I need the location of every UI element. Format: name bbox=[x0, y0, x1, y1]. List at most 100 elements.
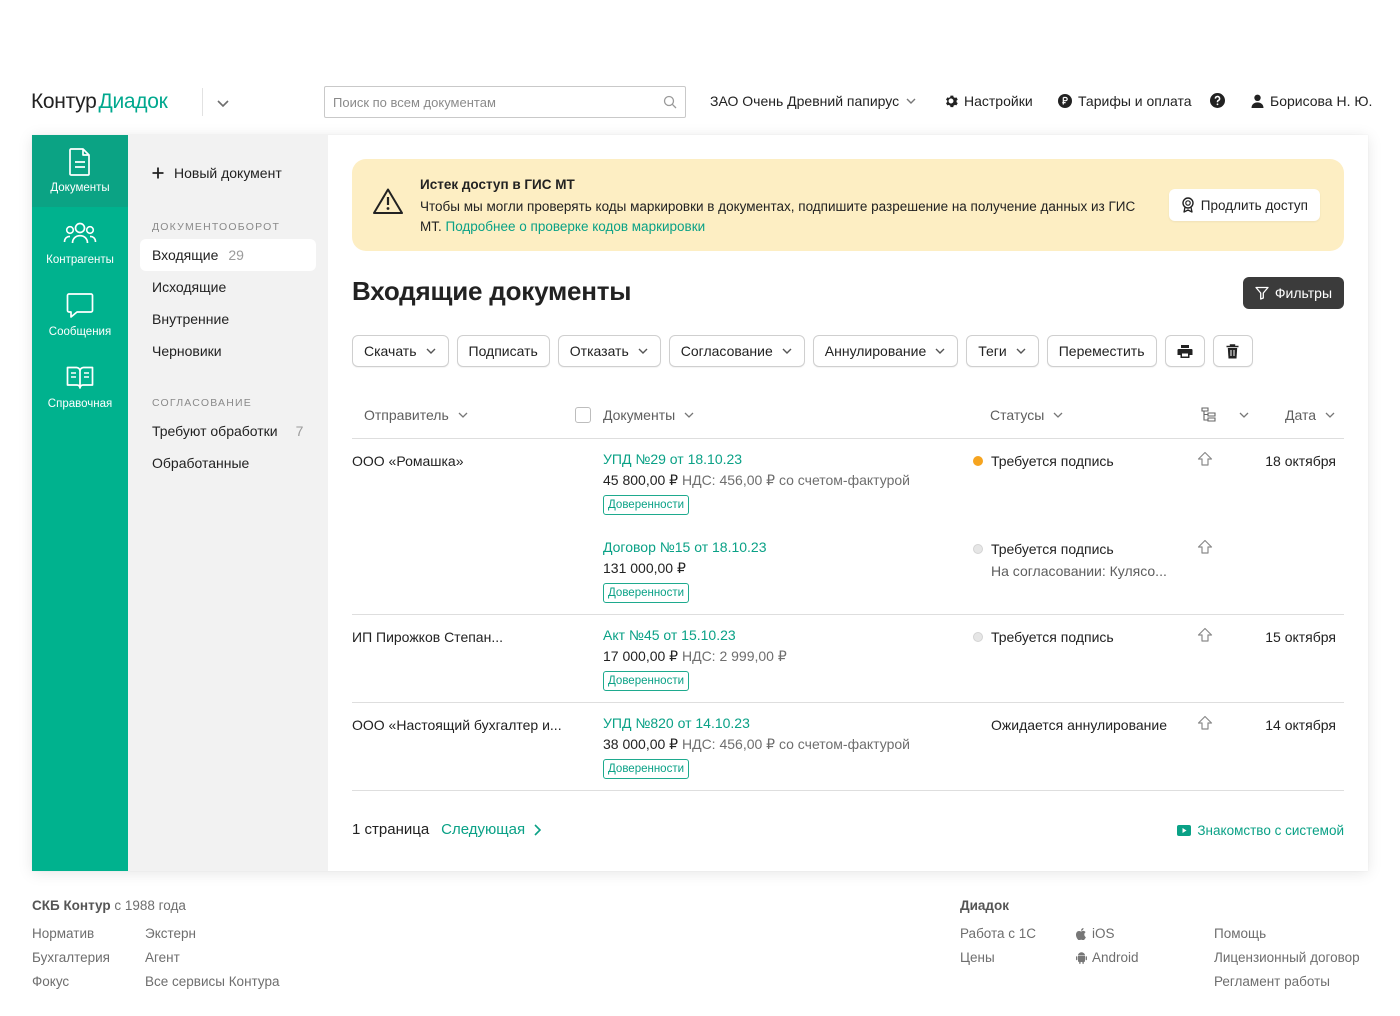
chevron-down-icon bbox=[906, 98, 916, 104]
download-button[interactable]: Скачать bbox=[352, 335, 449, 367]
document-date: 14 октября bbox=[1265, 717, 1336, 733]
footer-link[interactable]: Цены bbox=[960, 950, 995, 965]
approval-label: Согласование bbox=[680, 343, 773, 359]
approval-button[interactable]: Согласование bbox=[668, 335, 805, 367]
footer-link[interactable]: Бухгалтерия bbox=[32, 950, 110, 965]
select-all-checkbox-cell bbox=[575, 407, 591, 423]
filters-button[interactable]: Фильтры bbox=[1242, 277, 1344, 309]
banner-more-link[interactable]: Подробнее о проверке кодов маркировки bbox=[446, 219, 706, 234]
section-caption-workflow: Документооборот bbox=[152, 221, 281, 233]
reject-button[interactable]: Отказать bbox=[557, 335, 661, 367]
new-document-button[interactable]: Новый документ bbox=[152, 165, 282, 181]
column-route[interactable] bbox=[1201, 407, 1250, 422]
sidebar-item-label: Внутренние bbox=[152, 311, 230, 327]
chevron-down-icon[interactable] bbox=[216, 96, 230, 110]
document-link[interactable]: УПД №820 от 14.10.23 bbox=[603, 713, 910, 733]
document-entry: Акт №45 от 15.10.23 17 000,00 ₽ НДС: 2 9… bbox=[603, 625, 787, 691]
footer-link[interactable]: Все сервисы Контура bbox=[145, 974, 279, 989]
footer-link[interactable]: Работа с 1С bbox=[960, 926, 1036, 941]
delete-button[interactable] bbox=[1212, 335, 1253, 367]
footer-link[interactable]: Регламент работы bbox=[1214, 974, 1330, 989]
search-icon[interactable] bbox=[663, 95, 677, 109]
next-page-link[interactable]: Следующая bbox=[441, 821, 542, 838]
route-icon[interactable] bbox=[1197, 451, 1213, 467]
amount-value: 17 000,00 ₽ bbox=[603, 648, 679, 664]
route-icon[interactable] bbox=[1197, 627, 1213, 643]
tags-button[interactable]: Теги bbox=[966, 335, 1039, 367]
column-date[interactable]: Дата bbox=[1285, 407, 1336, 423]
sign-label: Подписать bbox=[468, 343, 538, 359]
chat-icon bbox=[66, 293, 94, 318]
sidebar-item-need-processing[interactable]: Требуют обработки 7 bbox=[140, 415, 316, 447]
search-field[interactable] bbox=[324, 86, 686, 118]
footer-link-ios[interactable]: iOS bbox=[1092, 922, 1115, 946]
route-icon[interactable] bbox=[1197, 715, 1213, 731]
move-button[interactable]: Переместить bbox=[1046, 335, 1157, 367]
banner-title: Истек доступ в ГИС МТ bbox=[420, 177, 575, 192]
document-status: Ожидается аннулирование bbox=[991, 717, 1167, 733]
document-link[interactable]: Акт №45 от 15.10.23 bbox=[603, 625, 787, 645]
document-link[interactable]: Договор №15 от 18.10.23 bbox=[603, 537, 767, 557]
status-dot bbox=[973, 544, 983, 554]
footer-link[interactable]: Лицензионный договор bbox=[1214, 950, 1360, 965]
nav-reference[interactable]: Справочная bbox=[32, 351, 128, 423]
settings-link[interactable]: Настройки bbox=[944, 93, 1033, 109]
annul-button[interactable]: Аннулирование bbox=[812, 335, 959, 367]
chevron-down-icon bbox=[458, 412, 468, 418]
extend-access-button[interactable]: Продлить доступ bbox=[1168, 189, 1320, 221]
table-row[interactable]: ООО «Настоящий бухгалтер и... УПД №820 о… bbox=[352, 703, 1344, 791]
footer-link[interactable]: Агент bbox=[145, 950, 180, 965]
chevron-down-icon bbox=[1239, 412, 1249, 418]
incoming-count: 29 bbox=[228, 247, 244, 263]
powers-of-attorney-tag[interactable]: Доверенности bbox=[603, 495, 690, 515]
logo-diadoc-text: Диадок bbox=[98, 90, 168, 113]
document-amount: 17 000,00 ₽ НДС: 2 999,00 ₽ bbox=[603, 645, 787, 667]
intro-video-link[interactable]: Знакомство с системой bbox=[1177, 823, 1344, 838]
tariffs-link[interactable]: Тарифы и оплата bbox=[1058, 93, 1192, 109]
sign-button[interactable]: Подписать bbox=[456, 335, 550, 367]
footer-link[interactable]: Норматив bbox=[32, 926, 94, 941]
intro-video-label: Знакомство с системой bbox=[1197, 823, 1344, 838]
nav-contractors[interactable]: Контрагенты bbox=[32, 207, 128, 279]
sidebar-item-processed[interactable]: Обработанные bbox=[140, 447, 316, 479]
nav-documents[interactable]: Документы bbox=[32, 135, 128, 207]
contacts-icon bbox=[63, 222, 97, 244]
footer-link[interactable]: Экстерн bbox=[145, 926, 196, 941]
ruble-coin-icon bbox=[1058, 94, 1072, 108]
vat-value: НДС: 456,00 ₽ со счетом-фактурой bbox=[678, 472, 910, 488]
route-icon[interactable] bbox=[1197, 539, 1213, 555]
actions-toolbar: Скачать Подписать Отказать Согласование … bbox=[352, 335, 1253, 367]
help-button[interactable] bbox=[1210, 93, 1225, 108]
table-row[interactable]: ООО «Ромашка» УПД №29 от 18.10.23 45 800… bbox=[352, 439, 1344, 615]
nav-messages[interactable]: Сообщения bbox=[32, 279, 128, 351]
sidebar-item-incoming[interactable]: Входящие 29 bbox=[140, 239, 316, 271]
column-statuses[interactable]: Статусы bbox=[990, 407, 1064, 423]
footer-diadoc-title: Диадок bbox=[960, 898, 1009, 913]
powers-of-attorney-tag[interactable]: Доверенности bbox=[603, 759, 690, 779]
powers-of-attorney-tag[interactable]: Доверенности bbox=[603, 583, 690, 603]
footer-link-android[interactable]: Android bbox=[1092, 946, 1139, 970]
sidebar-item-drafts[interactable]: Черновики bbox=[140, 335, 316, 367]
search-input[interactable] bbox=[325, 87, 663, 117]
column-sender[interactable]: Отправитель bbox=[364, 407, 469, 423]
kontur-diadoc-logo[interactable]: КонтурДиадок bbox=[31, 90, 168, 114]
sender-name: ИП Пирожков Степан... bbox=[352, 629, 503, 645]
sidebar-item-internal[interactable]: Внутренние bbox=[140, 303, 316, 335]
footer-links-col5: Помощь Лицензионный договор Регламент ра… bbox=[1214, 922, 1360, 994]
sidebar-item-outgoing[interactable]: Исходящие bbox=[140, 271, 316, 303]
powers-of-attorney-tag[interactable]: Доверенности bbox=[603, 671, 690, 691]
footer-links-col3: Работа с 1С Цены bbox=[960, 922, 1036, 970]
column-documents[interactable]: Документы bbox=[603, 407, 695, 423]
document-amount: 131 000,00 ₽ bbox=[603, 557, 767, 579]
document-link[interactable]: УПД №29 от 18.10.23 bbox=[603, 449, 910, 469]
organization-selector[interactable]: ЗАО Очень Древний папирус bbox=[710, 93, 917, 109]
reject-label: Отказать bbox=[569, 343, 629, 359]
select-all-checkbox[interactable] bbox=[575, 407, 591, 423]
top-header: КонтурДиадок ЗАО Очень Древний папирус Н… bbox=[0, 78, 1400, 126]
table-row[interactable]: ИП Пирожков Степан... Акт №45 от 15.10.2… bbox=[352, 615, 1344, 703]
user-menu[interactable]: Борисова Н. Ю. bbox=[1251, 93, 1372, 109]
chevron-down-icon bbox=[1016, 348, 1026, 354]
footer-link[interactable]: Помощь bbox=[1214, 926, 1266, 941]
footer-link[interactable]: Фокус bbox=[32, 974, 69, 989]
print-button[interactable] bbox=[1164, 335, 1205, 367]
